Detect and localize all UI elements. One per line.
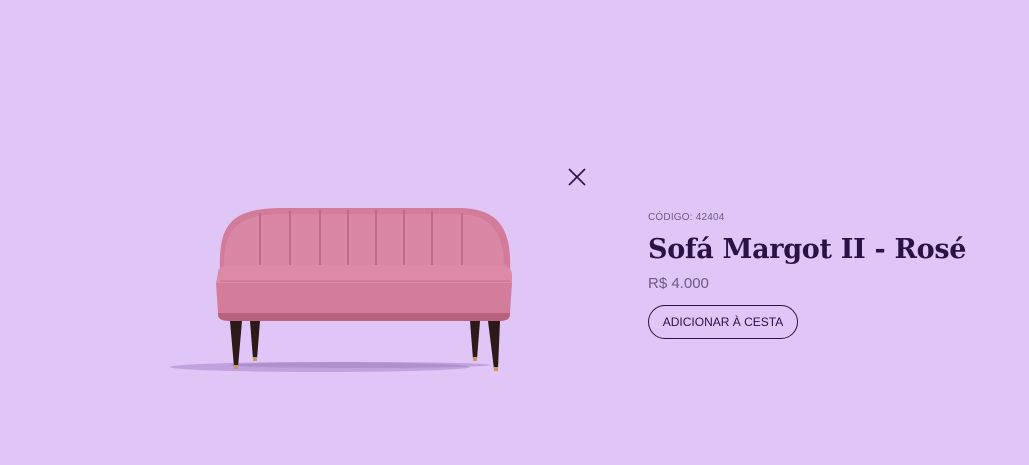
product-image (160, 195, 530, 385)
product-price: R$ 4.000 (648, 275, 709, 292)
close-button[interactable] (565, 165, 589, 189)
product-code: CÓDIGO: 42404 (648, 212, 725, 223)
sofa-image (170, 208, 512, 372)
add-to-cart-button[interactable]: ADICIONAR À CESTA (648, 305, 798, 339)
product-title: Sofá Margot II - Rosé (648, 234, 967, 265)
product-details: CÓDIGO: 42404 Sofá Margot II - Rosé R$ 4… (648, 211, 1008, 339)
close-icon (568, 168, 586, 186)
